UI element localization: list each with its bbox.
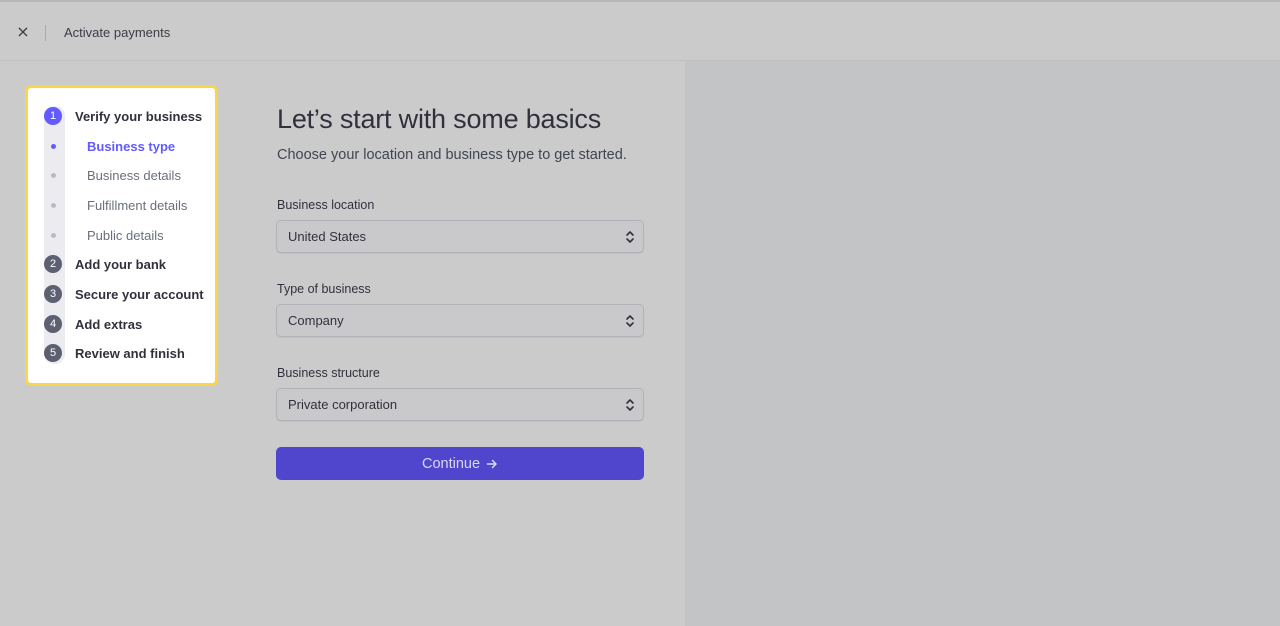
substep-business-type[interactable]: Business type: [28, 135, 215, 157]
step-label: Review and finish: [75, 345, 185, 361]
arrow-right-icon: [486, 459, 497, 468]
step-add-extras[interactable]: 4 Add extras: [28, 313, 215, 335]
step-verify-business[interactable]: 1 Verify your business: [28, 105, 215, 127]
step-label: Verify your business: [75, 108, 203, 124]
substep-label: Business details: [87, 167, 181, 183]
business-structure-label: Business structure: [277, 366, 380, 380]
step-label: Secure your account: [75, 286, 204, 302]
step-secure-account[interactable]: 3 Secure your account: [28, 283, 215, 305]
business-location-select[interactable]: United States: [276, 220, 644, 253]
substep-public-details[interactable]: Public details: [28, 224, 215, 246]
step-number-badge: 3: [44, 285, 62, 303]
business-location-label: Business location: [277, 198, 375, 212]
business-type-select[interactable]: Company: [276, 304, 644, 337]
step-add-bank[interactable]: 2 Add your bank: [28, 253, 215, 275]
page-title: Activate payments: [64, 25, 171, 40]
header-divider: [45, 25, 46, 41]
chevron-up-down-icon: [626, 399, 634, 411]
step-review-finish[interactable]: 5 Review and finish: [28, 342, 215, 364]
substep-business-details[interactable]: Business details: [28, 164, 215, 186]
onboarding-stepper: 1 Verify your business Business type Bus…: [25, 85, 218, 386]
form-subheading: Choose your location and business type t…: [277, 147, 627, 163]
step-label: Add your bank: [75, 256, 167, 272]
business-type-label: Type of business: [277, 282, 371, 296]
continue-label: Continue: [421, 455, 481, 472]
chevron-up-down-icon: [626, 315, 634, 327]
top-bar: × Activate payments: [0, 0, 1280, 61]
select-value: Private corporation: [288, 397, 398, 412]
select-value: United States: [288, 229, 367, 244]
substep-dot: [51, 202, 56, 208]
select-value: Company: [288, 313, 344, 328]
step-number-badge: 2: [44, 255, 62, 273]
continue-button[interactable]: Continue: [276, 447, 644, 480]
step-label: Add extras: [75, 316, 143, 332]
substep-dot: [51, 143, 56, 149]
substep-label: Fulfillment details: [87, 197, 188, 213]
substep-fulfillment-details[interactable]: Fulfillment details: [28, 194, 215, 216]
substep-label: Public details: [87, 227, 164, 243]
app-root: × Activate payments 1 Verify your busine…: [0, 0, 1280, 626]
business-structure-select[interactable]: Private corporation: [276, 388, 644, 421]
substep-dot: [51, 232, 56, 238]
substep-label: Business type: [87, 138, 176, 154]
step-number-badge: 5: [44, 344, 62, 362]
substep-dot: [51, 172, 56, 178]
step-number-badge: 4: [44, 315, 62, 333]
form-heading: Let’s start with some basics: [277, 104, 602, 134]
side-panel: [685, 61, 1280, 626]
step-number-badge: 1: [44, 107, 62, 125]
chevron-up-down-icon: [626, 231, 634, 243]
close-icon[interactable]: ×: [14, 21, 32, 43]
